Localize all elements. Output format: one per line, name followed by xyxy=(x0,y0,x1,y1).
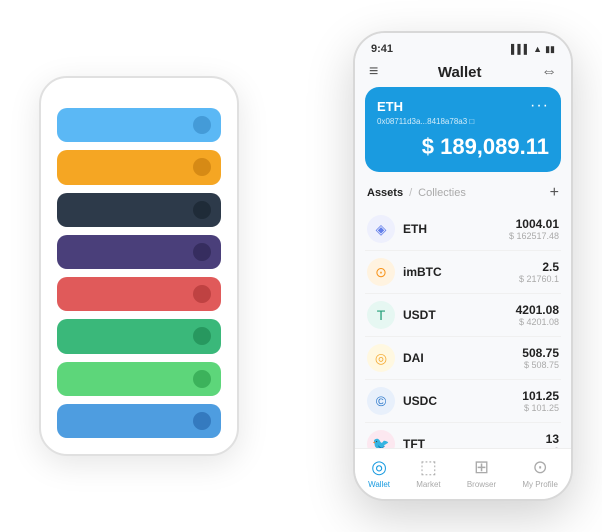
tab-divider: / xyxy=(409,187,412,199)
status-icons: ▌▌▌ ▲ ▮▮ xyxy=(511,44,555,55)
strip-dot xyxy=(193,327,211,345)
profile-nav-icon: ⊙ xyxy=(533,457,548,478)
wallet-strip xyxy=(57,404,221,438)
asset-item[interactable]: ◎ DAI 508.75$ 508.75 xyxy=(365,337,561,380)
status-bar: 9:41 ▌▌▌ ▲ ▮▮ xyxy=(355,33,571,59)
eth-banner-top: ETH ··· xyxy=(377,97,549,115)
asset-item[interactable]: © USDC 101.25$ 101.25 xyxy=(365,380,561,423)
page-title: Wallet xyxy=(438,64,482,81)
asset-value: $ 162517.48 xyxy=(509,231,559,241)
nav-profile[interactable]: ⊙ My Profile xyxy=(522,457,558,489)
asset-value: $ 508.75 xyxy=(522,360,559,370)
asset-icon-tft: 🐦 xyxy=(367,430,395,448)
nav-browser[interactable]: ⊞ Browser xyxy=(467,457,496,489)
market-nav-icon: ⬚ xyxy=(420,457,437,478)
asset-left: ◎ DAI xyxy=(367,344,424,372)
asset-name: USDC xyxy=(403,394,437,408)
asset-value: $ 101.25 xyxy=(522,403,559,413)
strip-dot xyxy=(193,158,211,176)
wallet-strip xyxy=(57,108,221,142)
asset-name: TFT xyxy=(403,437,425,448)
asset-name: ETH xyxy=(403,222,427,236)
battery-icon: ▮▮ xyxy=(545,44,555,55)
eth-value: 189,089.11 xyxy=(440,134,549,159)
asset-amount: 1004.01 xyxy=(509,217,559,231)
eth-banner: ETH ··· 0x08711d3a...8418a78a3 □ $ 189,0… xyxy=(365,87,561,172)
browser-nav-icon: ⊞ xyxy=(474,457,489,478)
eth-options-icon[interactable]: ··· xyxy=(530,97,549,115)
strip-dot xyxy=(193,285,211,303)
browser-nav-label: Browser xyxy=(467,480,496,489)
asset-amount: 4201.08 xyxy=(516,303,559,317)
top-nav: ≡ Wallet ⇔ xyxy=(355,59,571,87)
asset-left: T USDT xyxy=(367,301,436,329)
asset-right: 130 xyxy=(546,432,559,448)
asset-icon-eth: ◈ xyxy=(367,215,395,243)
asset-name: USDT xyxy=(403,308,436,322)
tab-assets[interactable]: Assets xyxy=(367,187,403,199)
asset-left: 🐦 TFT xyxy=(367,430,425,448)
status-time: 9:41 xyxy=(371,43,393,55)
signal-icon: ▌▌▌ xyxy=(511,44,530,54)
asset-left: © USDC xyxy=(367,387,437,415)
eth-amount: $ 189,089.11 xyxy=(377,134,549,160)
eth-address: 0x08711d3a...8418a78a3 □ xyxy=(377,117,549,126)
add-asset-button[interactable]: + xyxy=(550,184,559,202)
asset-value: $ 4201.08 xyxy=(516,317,559,327)
nav-wallet[interactable]: ◎ Wallet xyxy=(368,457,390,489)
asset-right: 1004.01$ 162517.48 xyxy=(509,217,559,241)
asset-icon-dai: ◎ xyxy=(367,344,395,372)
asset-icon-imbtc: ⊙ xyxy=(367,258,395,286)
wallet-nav-label: Wallet xyxy=(368,480,390,489)
asset-item[interactable]: T USDT 4201.08$ 4201.08 xyxy=(365,294,561,337)
scene: 9:41 ▌▌▌ ▲ ▮▮ ≡ Wallet ⇔ ETH ··· 0x08711… xyxy=(11,11,591,521)
back-phone xyxy=(39,76,239,456)
asset-name: DAI xyxy=(403,351,424,365)
strip-dot xyxy=(193,116,211,134)
nav-market[interactable]: ⬚ Market xyxy=(416,457,440,489)
asset-left: ◈ ETH xyxy=(367,215,427,243)
asset-icon-usdc: © xyxy=(367,387,395,415)
wallet-strip xyxy=(57,319,221,353)
wallet-strip xyxy=(57,235,221,269)
wallet-strip xyxy=(57,277,221,311)
asset-name: imBTC xyxy=(403,265,442,279)
market-nav-label: Market xyxy=(416,480,440,489)
wifi-icon: ▲ xyxy=(533,44,542,54)
asset-right: 4201.08$ 4201.08 xyxy=(516,303,559,327)
asset-item[interactable]: 🐦 TFT 130 xyxy=(365,423,561,448)
asset-right: 2.5$ 21760.1 xyxy=(519,260,559,284)
wallet-strip xyxy=(57,362,221,396)
front-phone: 9:41 ▌▌▌ ▲ ▮▮ ≡ Wallet ⇔ ETH ··· 0x08711… xyxy=(353,31,573,501)
asset-item[interactable]: ⊙ imBTC 2.5$ 21760.1 xyxy=(365,251,561,294)
strip-dot xyxy=(193,412,211,430)
wallet-nav-icon: ◎ xyxy=(371,457,387,478)
asset-amount: 2.5 xyxy=(519,260,559,274)
profile-nav-label: My Profile xyxy=(522,480,558,489)
wallet-strip xyxy=(57,193,221,227)
asset-right: 508.75$ 508.75 xyxy=(522,346,559,370)
eth-currency: $ xyxy=(422,134,434,159)
expand-icon[interactable]: ⇔ xyxy=(541,63,557,81)
eth-label: ETH xyxy=(377,99,403,114)
assets-header: Assets / Collecties + xyxy=(355,180,571,208)
asset-icon-usdt: T xyxy=(367,301,395,329)
bottom-nav: ◎ Wallet ⬚ Market ⊞ Browser ⊙ My Profile xyxy=(355,448,571,499)
asset-left: ⊙ imBTC xyxy=(367,258,442,286)
asset-amount: 13 xyxy=(546,432,559,446)
asset-item[interactable]: ◈ ETH 1004.01$ 162517.48 xyxy=(365,208,561,251)
asset-amount: 508.75 xyxy=(522,346,559,360)
asset-amount: 101.25 xyxy=(522,389,559,403)
strip-dot xyxy=(193,201,211,219)
asset-right: 101.25$ 101.25 xyxy=(522,389,559,413)
menu-icon[interactable]: ≡ xyxy=(369,63,378,81)
asset-list: ◈ ETH 1004.01$ 162517.48 ⊙ imBTC 2.5$ 21760.1… xyxy=(355,208,571,448)
strip-dot xyxy=(193,370,211,388)
strip-dot xyxy=(193,243,211,261)
tab-collecties[interactable]: Collecties xyxy=(418,187,466,199)
assets-tabs: Assets / Collecties xyxy=(367,187,466,199)
asset-value: $ 21760.1 xyxy=(519,274,559,284)
wallet-strip xyxy=(57,150,221,184)
